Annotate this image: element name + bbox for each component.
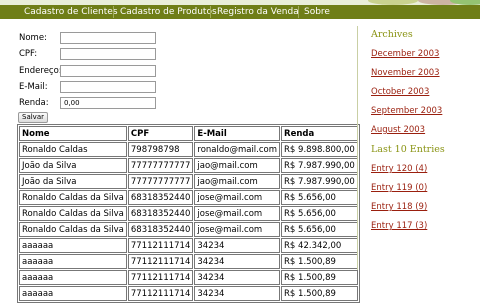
archives-heading: Archives <box>371 29 413 40</box>
email-label: E-Mail: <box>19 82 48 92</box>
cell-cpf: 68318352440 <box>127 222 194 237</box>
column-header-email: E-Mail <box>194 126 281 141</box>
save-button[interactable]: Salvar <box>18 112 48 123</box>
archive-link-september-2003[interactable]: September 2003 <box>371 106 442 116</box>
entry-link-120[interactable]: Entry 120 (4) <box>371 164 427 174</box>
cell-nome: aaaaaa <box>19 238 127 253</box>
last-entries-heading: Last 10 Entries <box>371 144 445 155</box>
nome-label: Nome: <box>19 33 47 43</box>
table-row: Ronaldo Caldas da Silva 68318352440 jose@m… <box>19 190 358 205</box>
cell-nome: João da Silva <box>19 158 127 173</box>
cell-renda: R$ 7.987.990,00 <box>281 158 358 173</box>
cell-email: jose@mail.com <box>194 206 281 221</box>
table-row: Ronaldo Caldas da Silva 68318352440 jose@m… <box>19 222 358 237</box>
sidebar-divider <box>357 26 358 270</box>
cell-nome: João da Silva <box>19 174 127 189</box>
table-row: Ronaldo Caldas da Silva 68318352440 jose@m… <box>19 206 358 221</box>
cell-nome: aaaaaa <box>19 270 127 285</box>
cell-cpf: 798798798 <box>127 142 194 157</box>
cell-renda: R$ 7.987.990,00 <box>281 174 358 189</box>
cell-renda: R$ 5.656,00 <box>281 222 358 237</box>
cell-nome: Ronaldo Caldas da Silva <box>19 190 127 205</box>
archive-link-december-2003[interactable]: December 2003 <box>371 49 439 59</box>
cell-email: ronaldo@mail.com <box>194 142 281 157</box>
renda-label: Renda: <box>19 98 49 108</box>
cell-email: 34234 <box>194 238 281 253</box>
entry-link-118[interactable]: Entry 118 (9) <box>371 202 427 212</box>
cell-renda: R$ 5.656,00 <box>281 206 358 221</box>
cell-nome: Ronaldo Caldas <box>19 142 127 157</box>
cell-renda: R$ 1.500,89 <box>281 270 358 285</box>
entry-link-119[interactable]: Entry 119 (0) <box>371 183 427 193</box>
renda-input[interactable] <box>60 97 156 109</box>
cpf-input[interactable] <box>60 48 156 60</box>
cell-renda: R$ 42.342,00 <box>281 238 358 253</box>
table-row: João da Silva 77777777777 jao@mail.com R$ 7… <box>19 158 358 173</box>
table-row: aaaaaa 77112111714 34234 R$ 1.500,89 <box>19 286 358 301</box>
cell-nome: Ronaldo Caldas da Silva <box>19 206 127 221</box>
nav-separator <box>210 6 211 18</box>
nav-item-cadastro-clientes[interactable]: Cadastro de Clientes <box>24 5 118 19</box>
endereco-label: Endereço: <box>19 66 62 76</box>
entry-link-117[interactable]: Entry 117 (3) <box>371 221 427 231</box>
cell-cpf: 77777777777 <box>127 158 194 173</box>
table-row: João da Silva 77777777777 jao@mail.com R$ 7… <box>19 174 358 189</box>
nav-bar: Cadastro de Clientes Cadastro de Produto… <box>0 5 480 19</box>
cell-cpf: 68318352440 <box>127 190 194 205</box>
cell-renda: R$ 9.898.800,00 <box>281 142 358 157</box>
cell-renda: R$ 1.500,89 <box>281 254 358 269</box>
nav-item-registro-venda[interactable]: Registro da Venda <box>217 5 299 19</box>
cell-cpf: 68318352440 <box>127 206 194 221</box>
cell-email: jose@mail.com <box>194 190 281 205</box>
table-row: aaaaaa 77112111714 34234 R$ 1.500,89 <box>19 270 358 285</box>
cell-cpf: 77112111714 <box>127 270 194 285</box>
column-header-cpf: CPF <box>127 126 194 141</box>
cell-nome: aaaaaa <box>19 254 127 269</box>
nome-input[interactable] <box>60 32 156 44</box>
cell-renda: R$ 5.656,00 <box>281 190 358 205</box>
cell-cpf: 77112111714 <box>127 238 194 253</box>
cell-cpf: 77777777777 <box>127 174 194 189</box>
table-row: Ronaldo Caldas 798798798 ronaldo@mail.com R… <box>19 142 358 157</box>
archive-link-november-2003[interactable]: November 2003 <box>371 68 440 78</box>
archive-link-august-2003[interactable]: August 2003 <box>371 125 425 135</box>
nav-separator <box>298 6 299 18</box>
nav-item-sobre[interactable]: Sobre <box>304 5 330 19</box>
cell-email: 34234 <box>194 270 281 285</box>
nav-separator <box>113 6 114 18</box>
column-header-renda: Renda <box>281 126 358 141</box>
table-row: aaaaaa 77112111714 34234 R$ 1.500,89 <box>19 254 358 269</box>
cell-email: jao@mail.com <box>194 158 281 173</box>
clients-table: Nome CPF E-Mail Renda Ronaldo Caldas 7987… <box>17 124 360 303</box>
cpf-label: CPF: <box>19 49 38 59</box>
column-header-nome: Nome <box>19 126 127 141</box>
cell-nome: Ronaldo Caldas da Silva <box>19 222 127 237</box>
table-row: aaaaaa 77112111714 34234 R$ 42.342,00 <box>19 238 358 253</box>
table-header-row: Nome CPF E-Mail Renda <box>19 126 358 141</box>
cell-renda: R$ 1.500,89 <box>281 286 358 301</box>
endereco-input[interactable] <box>60 65 156 77</box>
archive-link-october-2003[interactable]: October 2003 <box>371 87 429 97</box>
cell-email: jao@mail.com <box>194 174 281 189</box>
email-input[interactable] <box>60 81 156 93</box>
nav-item-cadastro-produtos[interactable]: Cadastro de Produtos <box>120 5 217 19</box>
cell-cpf: 77112111714 <box>127 254 194 269</box>
cell-email: jose@mail.com <box>194 222 281 237</box>
cell-email: 34234 <box>194 254 281 269</box>
cell-cpf: 77112111714 <box>127 286 194 301</box>
cell-nome: aaaaaa <box>19 286 127 301</box>
cell-email: 34234 <box>194 286 281 301</box>
